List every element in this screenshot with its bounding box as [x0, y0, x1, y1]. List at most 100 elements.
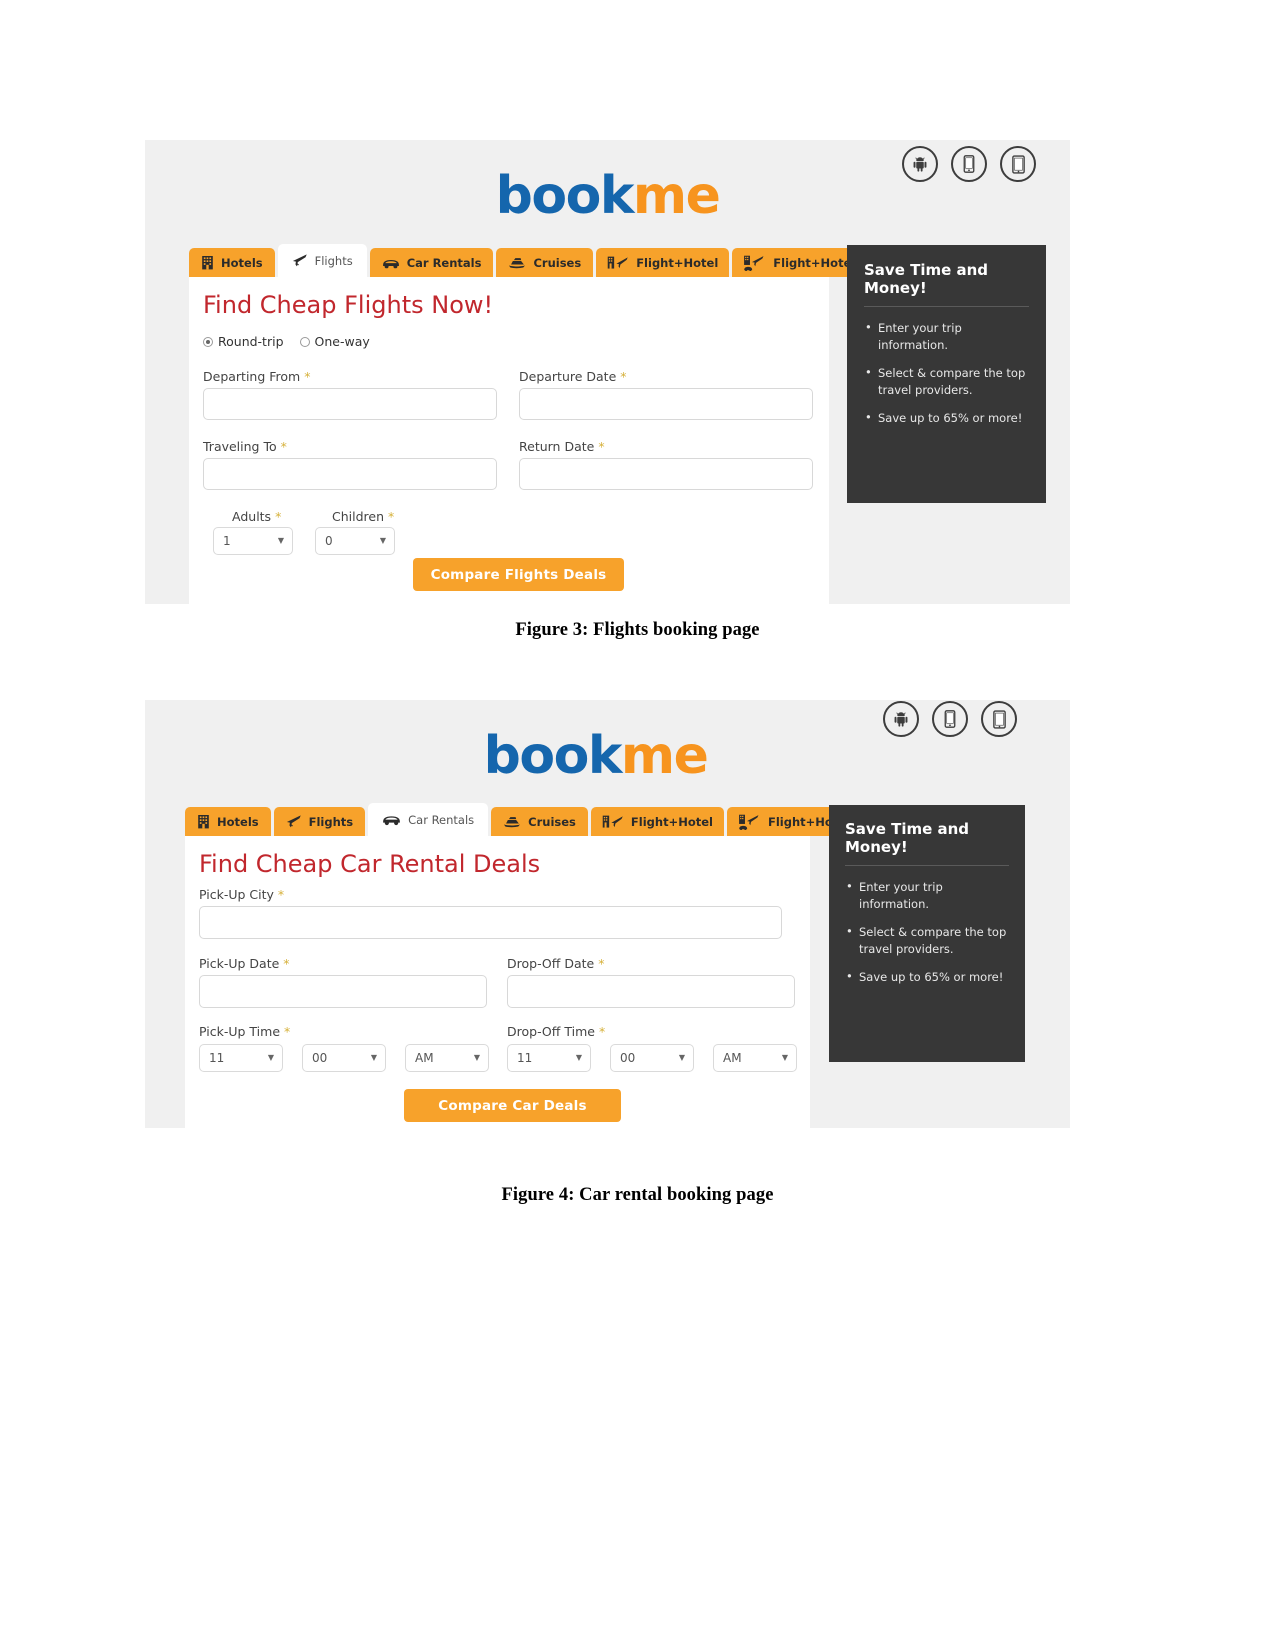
tab-label-flights: Flights	[314, 253, 353, 268]
car-rental-form-title: Find Cheap Car Rental Deals	[199, 850, 541, 878]
compare-flights-deals-button[interactable]: Compare Flights Deals	[413, 558, 624, 591]
radio-one-way-label: One-way	[314, 334, 370, 349]
select-pickup-hour[interactable]: 11 ▼	[199, 1044, 283, 1072]
car-icon	[382, 257, 400, 269]
primary-tabbar: Hotels Flights Car Rentals Cruises Fligh…	[185, 803, 893, 836]
required-marker: *	[275, 509, 282, 524]
tab-hotels[interactable]: Hotels	[185, 807, 271, 836]
label-departing-from-text: Departing From	[203, 369, 301, 384]
chevron-down-icon: ▼	[379, 536, 386, 545]
promo-bullet: Select & compare the top travel provider…	[846, 923, 1009, 958]
tab-label-car-rentals: Car Rentals	[406, 255, 482, 270]
chevron-down-icon: ▼	[678, 1053, 685, 1062]
label-pickup-date-text: Pick-Up Date	[199, 956, 280, 971]
radio-round-trip-label: Round-trip	[218, 334, 284, 349]
chevron-down-icon: ▼	[781, 1053, 788, 1062]
tab-flight-hotel[interactable]: Flight+Hotel	[590, 807, 724, 836]
figure-3-caption: Figure 3: Flights booking page	[515, 620, 760, 640]
compare-car-deals-button[interactable]: Compare Car Deals	[404, 1089, 621, 1122]
promo-bullet: Enter your trip information.	[865, 319, 1029, 354]
flight-hotel-car-icon	[743, 255, 766, 271]
radio-round-trip-dot[interactable]	[203, 336, 213, 347]
ship-icon	[503, 815, 521, 828]
tab-label-car-rentals: Car Rentals	[408, 812, 475, 827]
input-return-date[interactable]	[519, 458, 813, 490]
select-children[interactable]: 0 ▼	[315, 527, 395, 555]
input-dropoff-date[interactable]	[507, 975, 795, 1008]
label-return-date-text: Return Date	[519, 439, 595, 454]
label-children-text: Children	[332, 509, 385, 524]
required-marker: *	[598, 1024, 606, 1039]
select-children-value: 0	[325, 534, 333, 548]
required-marker: *	[598, 956, 605, 971]
label-children: Children *	[332, 509, 394, 524]
hotel-icon	[197, 814, 210, 829]
select-pickup-meridiem-value: AM	[415, 1051, 434, 1065]
required-marker: *	[280, 439, 287, 454]
promo-heading: Save Time and Money!	[845, 820, 1009, 866]
tab-cruises[interactable]: Cruises	[496, 248, 594, 277]
select-dropoff-meridiem[interactable]: AM ▼	[713, 1044, 797, 1072]
input-departing-from[interactable]	[203, 388, 497, 420]
brand-logo[interactable]: bookme	[145, 166, 1070, 226]
select-dropoff-minute[interactable]: 00 ▼	[610, 1044, 694, 1072]
label-departing-from: Departing From *	[203, 369, 310, 384]
tab-car-rentals[interactable]: Car Rentals	[368, 803, 489, 836]
radio-round-trip[interactable]: Round-trip	[203, 334, 284, 349]
select-dropoff-hour[interactable]: 11 ▼	[507, 1044, 591, 1072]
plane-icon	[292, 253, 308, 268]
select-adults[interactable]: 1 ▼	[213, 527, 293, 555]
input-pickup-city[interactable]	[199, 906, 782, 939]
trip-type-radio-group: Round-trip One-way	[203, 334, 378, 349]
select-pickup-minute[interactable]: 00 ▼	[302, 1044, 386, 1072]
chevron-down-icon: ▼	[277, 536, 284, 545]
flight-hotel-icon	[602, 814, 624, 829]
select-dropoff-hour-value: 11	[517, 1051, 533, 1065]
label-adults: Adults *	[232, 509, 281, 524]
promo-bullets: Enter your trip information. Select & co…	[846, 878, 1009, 986]
tab-label-cruises: Cruises	[533, 255, 582, 270]
label-departure-date-text: Departure Date	[519, 369, 617, 384]
promo-bullet: Save up to 65% or more!	[865, 409, 1029, 427]
brand-logo[interactable]: bookme	[145, 726, 1058, 786]
label-traveling-to: Traveling To *	[203, 439, 287, 454]
primary-tabbar: Hotels Flights Car Rentals Cruises Fligh…	[189, 244, 898, 277]
required-marker: *	[277, 887, 285, 902]
input-departure-date[interactable]	[519, 388, 813, 420]
hotel-icon	[201, 255, 214, 270]
flights-form-panel: Find Cheap Flights Now! Round-trip One-w…	[189, 277, 829, 604]
tab-cruises[interactable]: Cruises	[491, 807, 588, 836]
select-pickup-meridiem[interactable]: AM ▼	[405, 1044, 489, 1072]
flights-form-title: Find Cheap Flights Now!	[203, 291, 494, 319]
tab-car-rentals[interactable]: Car Rentals	[369, 248, 494, 277]
ship-icon	[508, 256, 526, 269]
select-pickup-hour-value: 11	[209, 1051, 225, 1065]
required-marker: *	[388, 509, 395, 524]
chevron-down-icon: ▼	[575, 1053, 582, 1062]
input-pickup-date[interactable]	[199, 975, 487, 1008]
tab-flight-hotel[interactable]: Flight+Hotel	[596, 248, 730, 277]
chevron-down-icon: ▼	[370, 1053, 377, 1062]
car-rental-form-panel: Find Cheap Car Rental Deals Pick-Up City…	[185, 836, 810, 1128]
promo-heading: Save Time and Money!	[864, 261, 1029, 307]
radio-one-way-dot[interactable]	[299, 336, 310, 347]
promo-bullet: Save up to 65% or more!	[846, 968, 1009, 986]
brand-logo-book: book	[495, 166, 635, 226]
tab-flights[interactable]: Flights	[277, 244, 367, 277]
label-adults-text: Adults	[232, 509, 272, 524]
label-return-date: Return Date *	[519, 439, 605, 454]
select-pickup-minute-value: 00	[312, 1051, 328, 1065]
radio-one-way[interactable]: One-way	[299, 334, 370, 349]
label-pickup-city-text: Pick-Up City	[199, 887, 274, 902]
promo-panel-cars: Save Time and Money! Enter your trip inf…	[829, 805, 1025, 1062]
brand-logo-me: me	[632, 166, 721, 226]
figure-flights-booking-page: bookme Hotels Flights Car Rentals Cruise…	[145, 140, 1070, 604]
tab-flights[interactable]: Flights	[273, 807, 366, 836]
input-traveling-to[interactable]	[203, 458, 497, 490]
tab-hotels[interactable]: Hotels	[189, 248, 275, 277]
flight-hotel-icon	[607, 255, 629, 270]
figure-4-caption: Figure 4: Car rental booking page	[501, 1185, 774, 1205]
label-dropoff-time: Drop-Off Time *	[507, 1024, 605, 1039]
required-marker: *	[284, 1024, 291, 1039]
required-marker: *	[620, 369, 627, 384]
